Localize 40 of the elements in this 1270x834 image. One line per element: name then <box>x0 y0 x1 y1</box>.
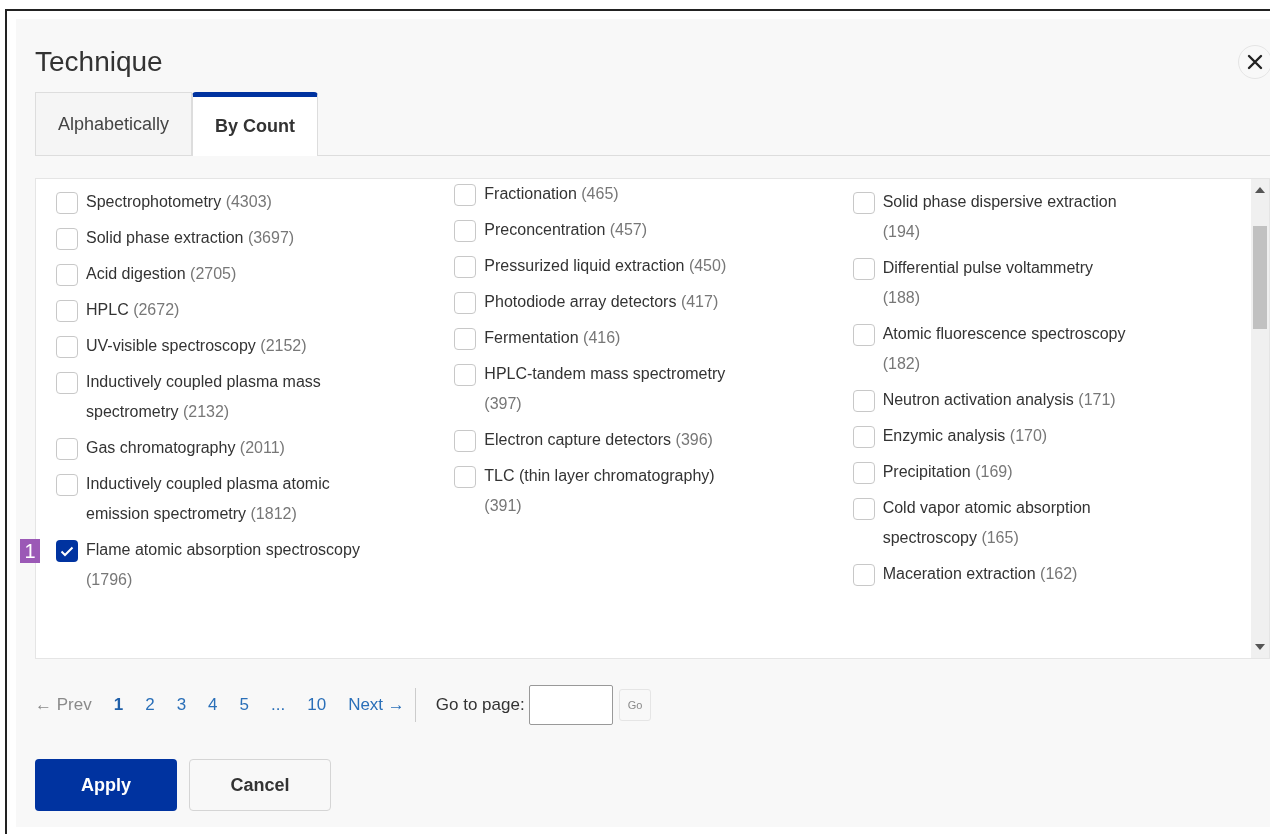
option-label[interactable]: Acid digestion (2705) <box>86 259 371 289</box>
option-label[interactable]: Inductively coupled plasma atomic emission spectrometry (1812) <box>86 469 371 529</box>
option-label[interactable]: Photodiode array detectors (417) <box>484 287 730 317</box>
option-label[interactable]: Precipitation (169) <box>882 457 1128 487</box>
page-link[interactable]: ... <box>271 692 286 718</box>
option-label[interactable]: Atomic fluorescence spectroscopy (182) <box>882 319 1128 379</box>
option-label[interactable]: Electron capture detectors (396) <box>484 425 730 455</box>
option-label[interactable]: Maceration extraction (162) <box>882 559 1128 589</box>
page-link[interactable]: 3 <box>176 692 187 718</box>
option-label[interactable]: HPLC-tandem mass spectrometry (397) <box>484 359 730 419</box>
option-label[interactable]: Enzymic analysis (170) <box>882 421 1128 451</box>
goto-label: Go to page: <box>435 694 525 717</box>
option-label[interactable]: Fractionation (465) <box>484 179 730 209</box>
tab[interactable]: By Count <box>192 92 319 156</box>
option-label[interactable]: Fermentation (416) <box>484 323 730 353</box>
page-link[interactable]: 1 <box>113 692 124 718</box>
option-label[interactable]: Preconcentration (457) <box>484 215 730 245</box>
apply-button[interactable]: Apply <box>35 759 177 811</box>
option-label[interactable]: Differential pulse voltammetry (188) <box>882 253 1128 313</box>
option-label[interactable]: TLC (thin layer chromatography) (391) <box>484 461 730 521</box>
option-label[interactable]: HPLC (2672) <box>86 295 371 325</box>
option-label[interactable]: Solid phase dispersive extraction (194) <box>882 187 1128 247</box>
page-link[interactable]: 5 <box>239 692 250 718</box>
next-link[interactable]: Next → <box>348 692 405 718</box>
option-label[interactable]: UV-visible spectroscopy (2152) <box>86 331 371 361</box>
tab[interactable]: Alphabetically <box>35 92 193 155</box>
page-link[interactable]: 10 <box>307 692 327 718</box>
option-label[interactable]: Gas chromatography (2011) <box>86 433 371 463</box>
option-label[interactable]: Spectrophotometry (4303) <box>86 187 371 217</box>
option-label[interactable]: Solid phase extraction (3697) <box>86 223 371 253</box>
page-link[interactable]: 2 <box>145 692 155 718</box>
option-label[interactable]: Pressurized liquid extraction (450) <box>484 251 730 281</box>
page-link[interactable]: 4 <box>208 692 218 718</box>
cancel-button[interactable]: Cancel <box>189 759 331 811</box>
option-label[interactable]: Inductively coupled plasma mass spectrometry (2132) <box>86 367 371 427</box>
option-label[interactable]: Flame atomic absorption spectroscopy (1796) <box>86 535 371 595</box>
number-badge: 1 <box>20 539 40 563</box>
option-label[interactable]: Neutron activation analysis (171) <box>882 385 1128 415</box>
option-label[interactable]: Cold vapor atomic absorption spectroscopy (165) <box>882 493 1128 553</box>
dialog-title: Technique <box>35 45 163 79</box>
